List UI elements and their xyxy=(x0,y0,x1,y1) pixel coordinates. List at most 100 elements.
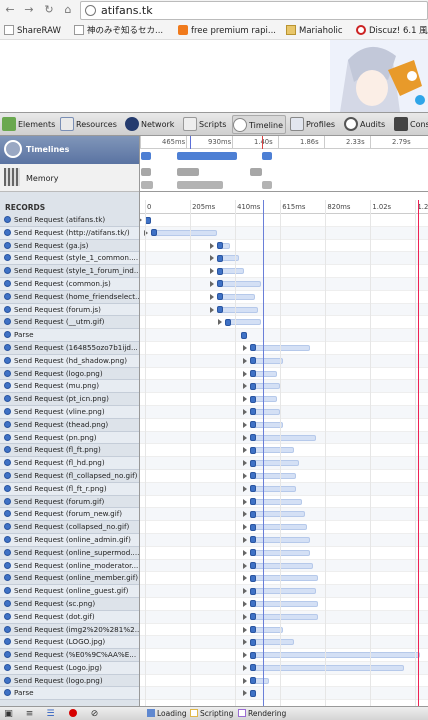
sidebar-item-timelines[interactable]: Timelines xyxy=(0,136,139,164)
record-row[interactable]: Send Request (thead.png) xyxy=(0,419,139,432)
address-bar[interactable]: atifans.tk xyxy=(80,1,428,20)
expand-triangle-icon[interactable] xyxy=(209,268,214,275)
expand-triangle-icon[interactable] xyxy=(242,677,247,684)
record-row[interactable]: Send Request (online_admin.gif) xyxy=(0,533,139,547)
record-lane[interactable] xyxy=(140,368,428,381)
bookmark-item[interactable]: Mariaholic xyxy=(286,25,343,38)
record-lane[interactable] xyxy=(140,457,428,470)
record-row[interactable]: Send Request (fl_ft_r.png) xyxy=(0,482,139,496)
checkbox-icon[interactable] xyxy=(147,709,155,717)
expand-triangle-icon[interactable] xyxy=(242,575,247,582)
forward-icon[interactable]: → xyxy=(22,3,36,17)
record-lane[interactable] xyxy=(140,303,428,317)
record-lane[interactable] xyxy=(140,547,428,560)
record-row[interactable]: Parse xyxy=(0,687,139,701)
expand-triangle-icon[interactable] xyxy=(242,472,247,479)
record-row[interactable]: Send Request (164855ozo7b1ijd... xyxy=(0,342,139,355)
overview-bars[interactable] xyxy=(140,150,428,192)
record-lane[interactable] xyxy=(140,610,428,624)
expand-triangle-icon[interactable] xyxy=(217,319,222,326)
record-lane[interactable] xyxy=(140,405,428,419)
console-toggle-icon[interactable]: ≡ xyxy=(24,709,35,719)
clear-icon[interactable]: ⊘ xyxy=(89,709,100,719)
dock-icon[interactable]: ▣ xyxy=(3,709,14,719)
record-lane[interactable] xyxy=(140,214,428,227)
record-row[interactable]: Send Request (vline.png) xyxy=(0,405,139,419)
record-lane[interactable] xyxy=(140,496,428,509)
expand-triangle-icon[interactable] xyxy=(242,357,247,364)
record-lane[interactable] xyxy=(140,661,428,675)
record-lane[interactable] xyxy=(140,559,428,573)
record-lane[interactable] xyxy=(140,572,428,586)
record-lane[interactable] xyxy=(140,240,428,253)
record-lane[interactable] xyxy=(140,265,428,278)
record-row[interactable]: Send Request (forum.gif) xyxy=(0,496,139,509)
home-icon[interactable]: ⌂ xyxy=(61,3,75,17)
record-lane[interactable] xyxy=(140,508,428,522)
record-lane[interactable] xyxy=(140,393,428,406)
record-row[interactable]: Send Request (pt_icn.png) xyxy=(0,393,139,406)
filter-scripting[interactable]: Scripting xyxy=(190,709,233,719)
record-lane[interactable] xyxy=(140,675,428,688)
record-lane[interactable] xyxy=(140,431,428,445)
expand-triangle-icon[interactable] xyxy=(242,344,247,351)
overview-selection-start[interactable] xyxy=(190,136,191,149)
tab-console[interactable]: Cons xyxy=(394,115,428,134)
record-lane[interactable] xyxy=(140,252,428,266)
record-lane[interactable] xyxy=(140,354,428,368)
expand-triangle-icon[interactable] xyxy=(242,511,247,518)
back-icon[interactable]: ← xyxy=(3,3,17,17)
record-row[interactable]: Send Request (img2%20%281%2... xyxy=(0,624,139,637)
expand-triangle-icon[interactable] xyxy=(242,549,247,556)
expand-triangle-icon[interactable] xyxy=(242,588,247,595)
expand-triangle-icon[interactable] xyxy=(209,280,214,287)
record-row[interactable]: Send Request (ga.js) xyxy=(0,240,139,253)
record-lane[interactable] xyxy=(140,636,428,650)
bookmark-item[interactable]: 神のみぞ知るセカ... xyxy=(74,25,163,38)
expand-triangle-icon[interactable] xyxy=(209,255,214,262)
record-row[interactable]: Send Request (style_1_common.... xyxy=(0,252,139,266)
record-lane[interactable] xyxy=(140,585,428,598)
record-lane[interactable] xyxy=(140,470,428,483)
expand-triangle-icon[interactable] xyxy=(242,536,247,543)
bookmark-item[interactable]: free premium rapi... xyxy=(178,25,276,38)
expand-triangle-icon[interactable] xyxy=(242,626,247,633)
expand-triangle-icon[interactable] xyxy=(242,383,247,390)
bookmark-item[interactable]: Discuz! 6.1 風 xyxy=(356,25,428,38)
record-row[interactable]: Send Request (pn.png) xyxy=(0,431,139,445)
record-row[interactable]: Send Request (forum_new.gif) xyxy=(0,508,139,522)
checkbox-icon[interactable] xyxy=(238,709,246,717)
record-lane[interactable] xyxy=(140,649,428,662)
expand-triangle-icon[interactable] xyxy=(242,498,247,505)
record-row[interactable]: Send Request (logo.png) xyxy=(0,368,139,381)
expand-triangle-icon[interactable] xyxy=(242,447,247,454)
expand-triangle-icon[interactable] xyxy=(242,396,247,403)
record-row[interactable]: Send Request (online_moderator.... xyxy=(0,559,139,573)
record-row[interactable]: Send Request (logo.png) xyxy=(0,675,139,688)
overview-selection-end[interactable] xyxy=(262,136,263,149)
record-lane[interactable] xyxy=(140,329,428,342)
tab-profiles[interactable]: Profiles xyxy=(290,115,340,134)
expand-triangle-icon[interactable] xyxy=(242,434,247,441)
record-row[interactable]: Send Request (http://atifans.tk/) xyxy=(0,226,139,240)
record-lane[interactable] xyxy=(140,444,428,458)
expand-triangle-icon[interactable] xyxy=(209,293,214,300)
filter-rendering[interactable]: Rendering xyxy=(238,709,286,719)
filter-loading[interactable]: Loading xyxy=(147,709,187,719)
record-row[interactable]: Send Request (online_member.gif) xyxy=(0,572,139,586)
record-row[interactable]: Send Request (sc.png) xyxy=(0,598,139,611)
tab-elements[interactable]: Elements xyxy=(2,115,55,134)
record-row[interactable]: Send Request (LOGO.jpg) xyxy=(0,636,139,650)
expand-triangle-icon[interactable] xyxy=(242,690,247,697)
record-lane[interactable] xyxy=(140,521,428,534)
tab-audits[interactable]: Audits xyxy=(344,115,390,134)
expand-triangle-icon[interactable] xyxy=(242,460,247,467)
record-row[interactable]: Parse xyxy=(0,329,139,342)
tab-resources[interactable]: Resources xyxy=(60,115,120,134)
record-row[interactable]: Send Request (hd_shadow.png) xyxy=(0,354,139,368)
record-row[interactable]: Send Request (fl_collapsed_no.gif) xyxy=(0,470,139,483)
record-row[interactable]: Send Request (forum.js) xyxy=(0,303,139,317)
record-lane[interactable] xyxy=(140,226,428,240)
checkbox-icon[interactable] xyxy=(190,709,198,717)
record-lane[interactable] xyxy=(140,482,428,496)
